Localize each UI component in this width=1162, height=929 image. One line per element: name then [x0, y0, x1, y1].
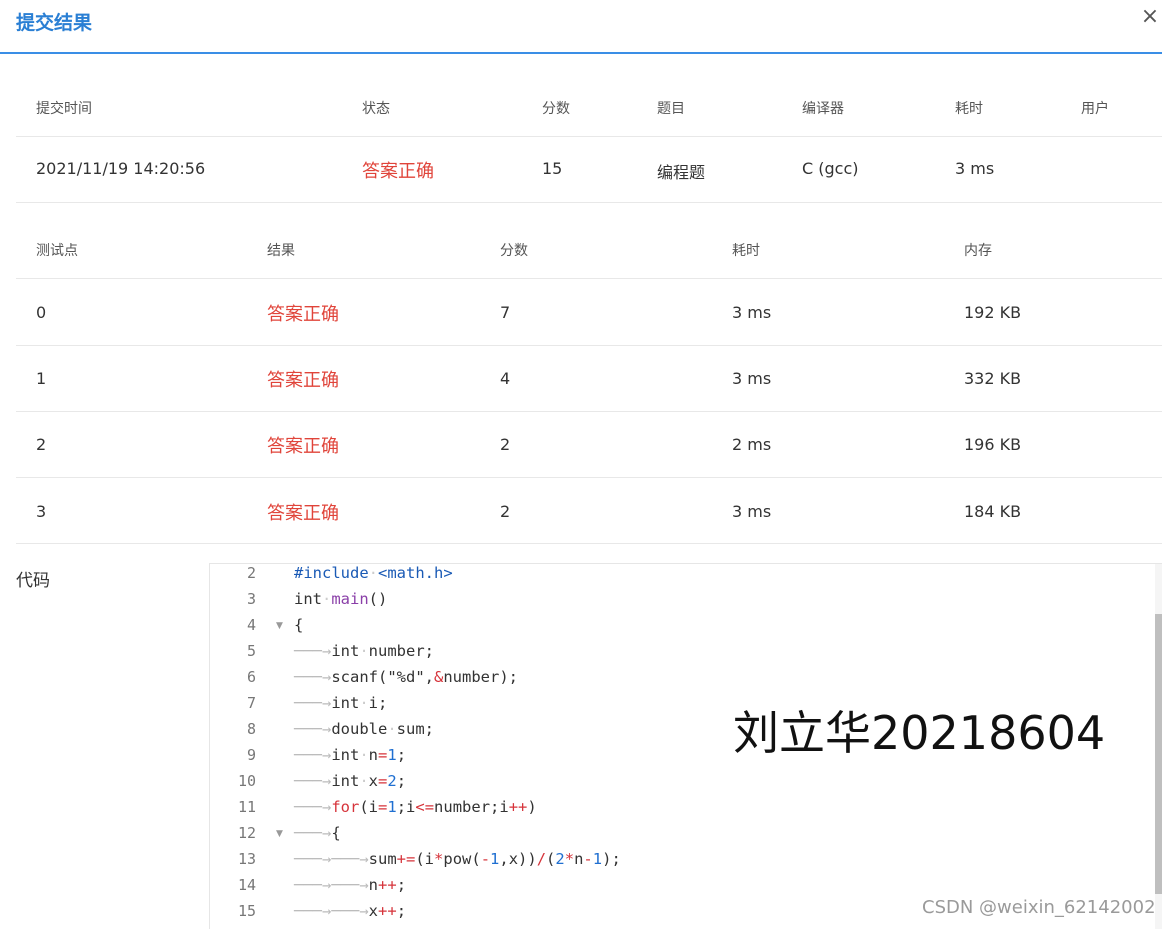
col-compiler: 编译器 [802, 101, 844, 117]
csdn-credit: CSDN @weixin_62142002 [922, 897, 1156, 918]
test-score: 7 [500, 303, 511, 322]
code-line: int·main() [294, 590, 388, 608]
code-line: { [294, 616, 304, 634]
testcase-id: 1 [36, 369, 47, 388]
col-score: 分数 [542, 101, 570, 117]
fold-toggle-icon[interactable]: ▼ [276, 621, 283, 631]
author-watermark: 刘立华20218604 [733, 706, 1106, 760]
col-result: 结果 [267, 243, 295, 259]
result-value: 答案正确 [267, 503, 339, 524]
line-number: 13 [237, 850, 256, 868]
status-badge: 答案正确 [362, 161, 434, 182]
table-row: 0 答案正确 7 3 ms 192 KB [16, 279, 1162, 346]
code-line: ───→───→x++; [294, 902, 407, 920]
summary-row: 2021/11/19 14:20:56 答案正确 15 编程题 C (gcc) … [16, 137, 1162, 203]
line-number: 5 [246, 642, 256, 660]
line-number: 4 [246, 616, 256, 634]
test-memory: 184 KB [964, 502, 1022, 521]
result-value: 答案正确 [267, 304, 339, 325]
col-test-time: 耗时 [732, 243, 760, 259]
fold-toggle-icon[interactable]: ▼ [276, 829, 283, 839]
code-line: ───→int·number; [294, 642, 434, 660]
test-score: 2 [500, 435, 511, 454]
line-number: 9 [246, 746, 256, 764]
col-problem: 题目 [657, 101, 685, 117]
test-memory: 332 KB [964, 369, 1022, 388]
code-line: ───→───→n++; [294, 876, 407, 894]
test-memory: 196 KB [964, 435, 1022, 454]
testcase-id: 2 [36, 435, 47, 454]
table-row: 3 答案正确 2 3 ms 184 KB [16, 478, 1162, 544]
result-value: 答案正确 [267, 370, 339, 391]
dialog-title: 提交结果 [16, 12, 93, 34]
code-line: ───→───→sum+=(i*pow(-1,x))/(2*n-1); [294, 850, 621, 868]
problem-value: 编程题 [657, 163, 706, 182]
col-test-score: 分数 [500, 243, 528, 259]
col-submit-time: 提交时间 [36, 101, 92, 117]
line-number: 8 [246, 720, 256, 738]
test-score: 4 [500, 369, 511, 388]
test-memory: 192 KB [964, 303, 1022, 322]
test-time: 3 ms [732, 369, 772, 388]
line-number: 2 [246, 564, 256, 582]
editor-scrollbar[interactable] [1155, 564, 1162, 929]
test-time: 2 ms [732, 435, 772, 454]
testcase-id: 3 [36, 502, 47, 521]
time-value: 3 ms [955, 159, 995, 178]
code-line: #include·<math.h> [294, 564, 453, 582]
submit-time: 2021/11/19 14:20:56 [36, 159, 206, 178]
dialog-header: 提交结果 × [0, 0, 1162, 54]
testcase-id: 0 [36, 303, 47, 322]
result-value: 答案正确 [267, 436, 339, 457]
code-line: ───→double·sum; [294, 720, 434, 738]
code-line: ───→scanf("%d",&number); [294, 668, 518, 686]
close-icon[interactable]: × [1138, 4, 1162, 30]
line-number: 12 [237, 824, 256, 842]
table-row: 2 答案正确 2 2 ms 196 KB [16, 412, 1162, 478]
col-testcase: 测试点 [36, 243, 78, 259]
line-number: 7 [246, 694, 256, 712]
test-score: 2 [500, 502, 511, 521]
line-number: 11 [237, 798, 256, 816]
tests-header-row: 测试点 结果 分数 耗时 内存 [16, 234, 1162, 279]
code-line: ───→int·x=2; [294, 772, 407, 790]
summary-header-row: 提交时间 状态 分数 题目 编译器 耗时 用户 [16, 92, 1162, 137]
table-row: 1 答案正确 4 3 ms 332 KB [16, 346, 1162, 412]
scrollbar-thumb[interactable] [1155, 614, 1162, 894]
code-line: ───→{ [294, 824, 341, 842]
code-line: ───→for(i=1;i<=number;i++) [294, 798, 537, 816]
line-number: 3 [246, 590, 256, 608]
score-value: 15 [542, 159, 563, 178]
test-time: 3 ms [732, 303, 772, 322]
line-number: 6 [246, 668, 256, 686]
col-user: 用户 [1081, 101, 1109, 117]
code-line: ───→int·i; [294, 694, 388, 712]
line-number: 14 [237, 876, 256, 894]
line-number: 10 [237, 772, 256, 790]
code-label: 代码 [16, 571, 50, 591]
code-line: ───→int·n=1; [294, 746, 407, 764]
test-time: 3 ms [732, 502, 772, 521]
col-time: 耗时 [955, 101, 983, 117]
line-number: 15 [237, 902, 256, 920]
col-status: 状态 [362, 101, 390, 117]
col-memory: 内存 [964, 243, 992, 259]
compiler-value: C (gcc) [802, 159, 859, 178]
